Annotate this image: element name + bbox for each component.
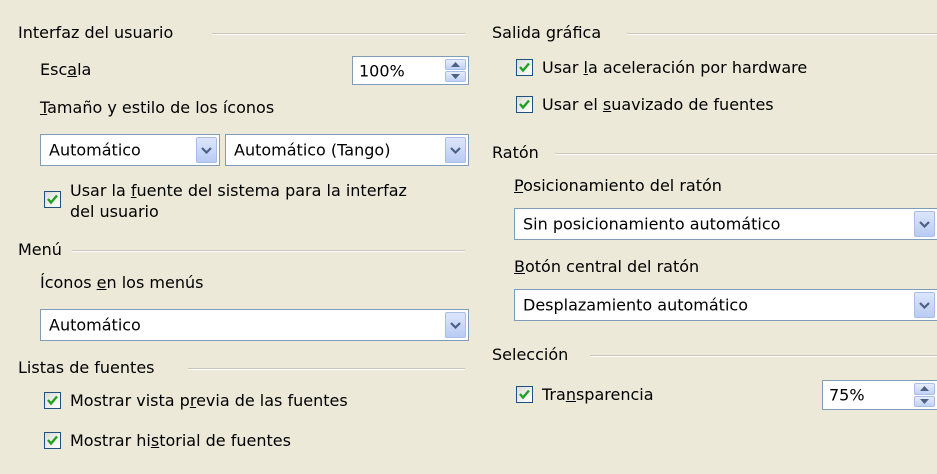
- scale-label: Escala: [40, 60, 92, 79]
- font-history-label[interactable]: Mostrar historial de fuentes: [70, 431, 291, 450]
- graphics-section-title: Salida gráfica: [492, 23, 602, 42]
- mouse-section-title: Ratón: [492, 143, 539, 162]
- checkmark-icon: [519, 389, 530, 400]
- icon-style-value: Automático (Tango): [234, 140, 391, 160]
- menu-section-title: Menú: [18, 240, 62, 259]
- font-history-checkbox[interactable]: [44, 432, 61, 449]
- spin-up-down-icon[interactable]: [914, 383, 935, 407]
- menu-section-rule: [72, 250, 465, 252]
- font-lists-section-rule: [188, 368, 465, 370]
- scale-value: 100%: [359, 61, 405, 80]
- transparency-checkbox[interactable]: [516, 386, 533, 403]
- checkmark-icon: [519, 62, 530, 73]
- mouse-positioning-label: Posicionamiento del ratón: [514, 176, 722, 195]
- icon-size-label: Tamaño y estilo de los íconos: [40, 98, 275, 117]
- menu-icons-value: Automático: [49, 315, 141, 335]
- icon-style-dropdown[interactable]: Automático (Tango): [225, 134, 469, 166]
- mouse-positioning-dropdown[interactable]: Sin posicionamiento automático: [514, 208, 937, 240]
- chevron-down-icon[interactable]: [914, 292, 935, 318]
- mouse-section-rule: [555, 153, 937, 155]
- scale-spinbox[interactable]: 100%: [352, 56, 469, 85]
- antialias-checkbox[interactable]: [516, 96, 533, 113]
- font-preview-label[interactable]: Mostrar vista previa de las fuentes: [70, 391, 348, 410]
- hw-accel-checkbox[interactable]: [516, 59, 533, 76]
- graphics-section-rule: [627, 33, 937, 35]
- icon-size-dropdown[interactable]: Automático: [40, 134, 220, 166]
- font-preview-checkbox[interactable]: [44, 392, 61, 409]
- ui-section-rule: [212, 33, 465, 35]
- transparency-label[interactable]: Transparencia: [542, 385, 654, 404]
- antialias-label[interactable]: Usar el suavizado de fuentes: [542, 95, 774, 114]
- selection-section-rule: [590, 355, 937, 357]
- chevron-down-icon[interactable]: [445, 312, 466, 338]
- transparency-value: 75%: [829, 385, 865, 405]
- spin-up-down-icon[interactable]: [445, 59, 466, 82]
- font-lists-section-title: Listas de fuentes: [18, 358, 155, 377]
- icon-size-value: Automático: [49, 140, 141, 160]
- menu-icons-label: Íconos en los menús: [40, 273, 204, 292]
- system-font-checkbox[interactable]: [44, 191, 61, 208]
- transparency-spinbox[interactable]: 75%: [822, 380, 937, 410]
- system-font-label[interactable]: Usar la fuente del sistema para la inter…: [70, 180, 407, 222]
- chevron-down-icon[interactable]: [445, 137, 466, 163]
- chevron-down-icon[interactable]: [196, 137, 217, 163]
- checkmark-icon: [47, 435, 58, 446]
- checkmark-icon: [519, 99, 530, 110]
- middle-button-label: Botón central del ratón: [514, 257, 700, 276]
- middle-button-dropdown[interactable]: Desplazamiento automático: [514, 289, 937, 321]
- checkmark-icon: [47, 194, 58, 205]
- mouse-positioning-value: Sin posicionamiento automático: [523, 214, 781, 234]
- chevron-down-icon[interactable]: [914, 211, 935, 237]
- ui-section-title: Interfaz del usuario: [18, 23, 174, 42]
- middle-button-value: Desplazamiento automático: [523, 295, 748, 315]
- menu-icons-dropdown[interactable]: Automático: [40, 309, 469, 341]
- selection-section-title: Selección: [492, 345, 569, 364]
- hw-accel-label[interactable]: Usar la aceleración por hardware: [542, 58, 807, 77]
- checkmark-icon: [47, 395, 58, 406]
